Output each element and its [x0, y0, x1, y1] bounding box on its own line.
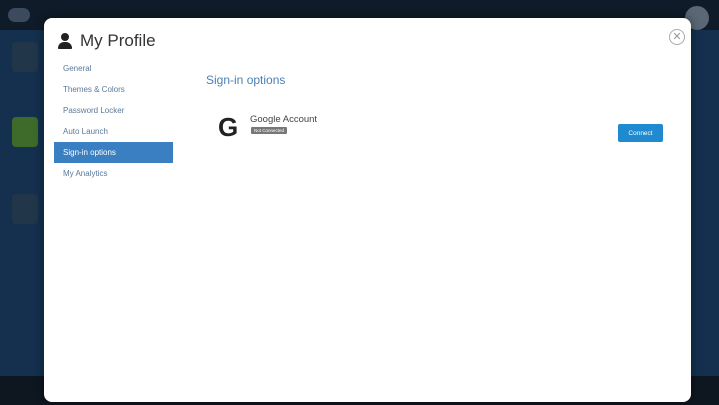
nav-item-auto-launch[interactable]: Auto Launch	[54, 121, 173, 142]
nav-item-password-locker[interactable]: Password Locker	[54, 100, 173, 121]
profile-modal: My Profile ✕ General Themes & Colors Pas…	[44, 18, 691, 402]
account-name: Google Account	[250, 114, 318, 125]
close-icon[interactable]: ✕	[669, 29, 685, 45]
status-badge: Not Connected	[251, 127, 288, 134]
background-tile	[12, 42, 38, 72]
google-g-icon: G	[218, 112, 239, 142]
profile-nav: General Themes & Colors Password Locker …	[54, 58, 173, 184]
nav-item-themes-colors[interactable]: Themes & Colors	[54, 79, 173, 100]
modal-title: My Profile	[80, 31, 156, 50]
connect-button[interactable]: Connect	[618, 124, 663, 142]
google-account-row: G Google Account Not Connected Connect	[218, 112, 668, 142]
nav-item-general[interactable]: General	[54, 58, 173, 79]
modal-header: My Profile	[58, 28, 156, 54]
background-tile	[12, 194, 38, 224]
nav-item-sign-in-options[interactable]: Sign-in options	[54, 142, 173, 163]
user-icon	[58, 33, 72, 49]
section-title: Sign-in options	[206, 73, 286, 87]
background-tile	[12, 117, 38, 147]
cloud-logo-icon	[8, 8, 30, 22]
nav-item-my-analytics[interactable]: My Analytics	[54, 163, 173, 184]
